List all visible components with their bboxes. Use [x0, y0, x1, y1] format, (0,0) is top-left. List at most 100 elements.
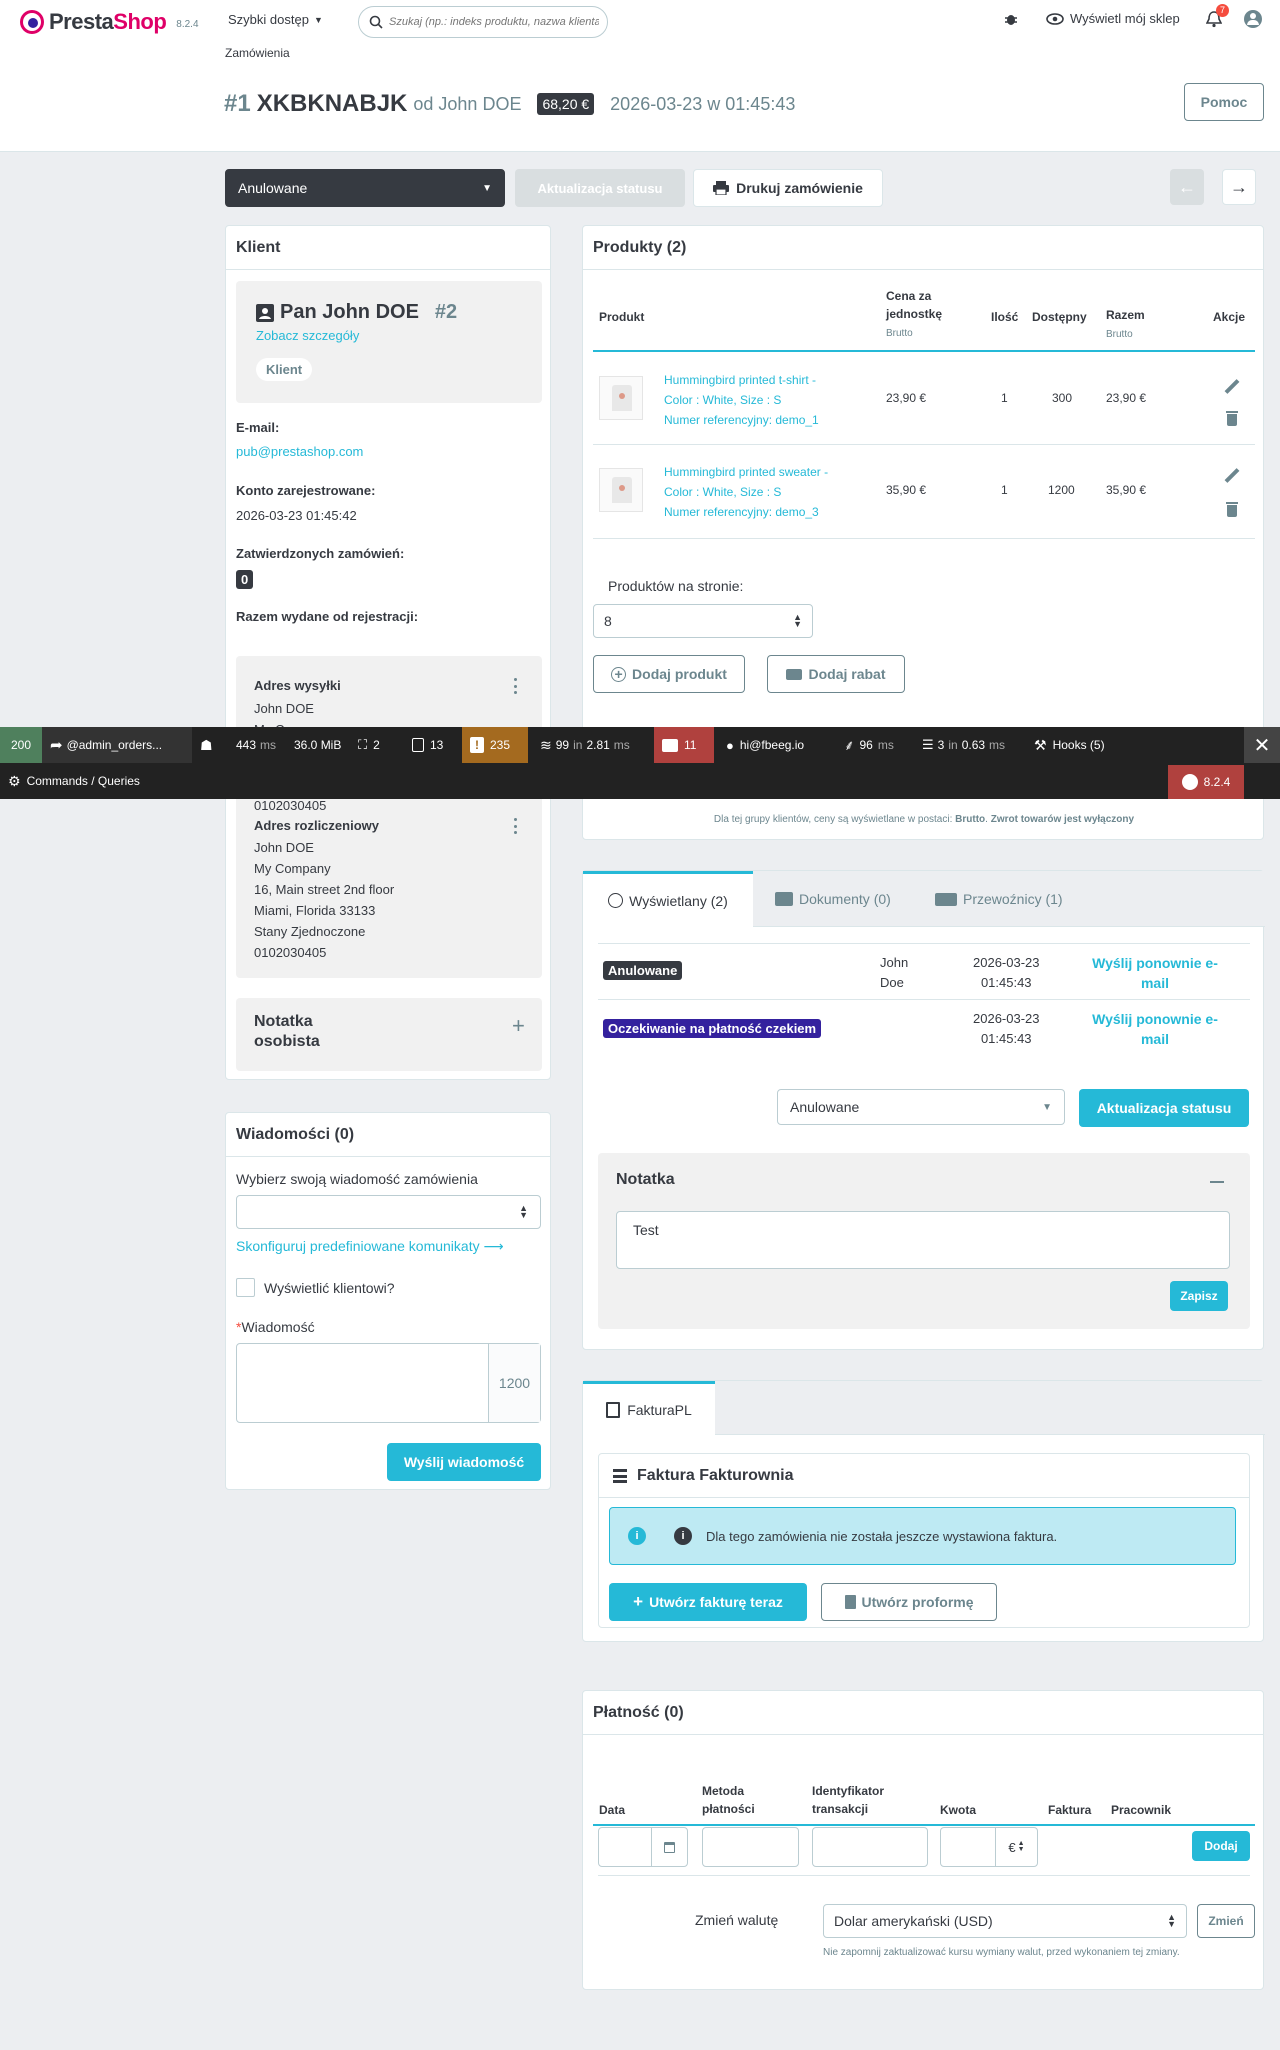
- debug-logs[interactable]: 13: [404, 727, 451, 763]
- tab-carriers[interactable]: Przewoźnicy (1): [935, 871, 1063, 927]
- resend-email-link[interactable]: Wyślij ponownie e-mail: [1085, 953, 1225, 993]
- order-status-value: Anulowane: [238, 180, 308, 196]
- add-discount-button[interactable]: Dodaj rabat: [767, 655, 905, 693]
- history-status-badge: Oczekiwanie na płatność czekiem: [603, 1019, 822, 1038]
- payment-card-title: Płatność (0): [583, 1691, 1263, 1735]
- order-note-textarea[interactable]: Test: [616, 1211, 1230, 1269]
- col-amount: Kwota: [940, 1803, 976, 1817]
- sort-icon: ▲ ▼: [519, 1203, 528, 1220]
- breadcrumb[interactable]: Zamówienia: [225, 46, 290, 60]
- add-product-button[interactable]: + Dodaj produkt: [593, 655, 745, 693]
- delete-trash-icon[interactable]: [1226, 502, 1238, 517]
- user-avatar-icon[interactable]: [1244, 10, 1262, 28]
- debug-close-icon[interactable]: ✕: [1244, 727, 1280, 763]
- quick-access-dropdown[interactable]: Szybki dostęp ▼: [228, 12, 323, 27]
- create-invoice-button[interactable]: + Utwórz fakturę teraz: [609, 1583, 807, 1621]
- order-status-select[interactable]: Anulowane ▼: [225, 169, 505, 207]
- change-currency-select[interactable]: Dolar amerykański (USD) ▲ ▼: [823, 1904, 1187, 1938]
- debug-hooks[interactable]: ⚒ Hooks (5): [1026, 727, 1113, 763]
- debug-user[interactable]: ● hi@fbeeg.io: [718, 727, 812, 763]
- plus-circle-icon: +: [611, 666, 627, 682]
- quick-access-label: Szybki dostęp: [228, 12, 309, 27]
- tab-documents[interactable]: Dokumenty (0): [775, 871, 891, 927]
- tab-history[interactable]: Wyświetlany (2): [583, 871, 753, 927]
- caret-down-icon: ▼: [313, 14, 323, 25]
- plus-icon[interactable]: +: [512, 1013, 525, 1039]
- product-thumbnail[interactable]: [599, 376, 643, 420]
- invoice-alert-text: Dla tego zamówienia nie została jeszcze …: [706, 1528, 1058, 1544]
- debug-translations[interactable]: 11: [654, 727, 714, 763]
- payment-date-input[interactable]: [598, 1827, 688, 1867]
- show-customer-checkbox[interactable]: [236, 1278, 255, 1297]
- product-thumbnail[interactable]: [599, 468, 643, 512]
- products-footnote: Dla tej grupy klientów, ceny są wyświetl…: [713, 814, 1135, 825]
- products-per-page-select[interactable]: 8 ▲ ▼: [593, 604, 813, 638]
- per-page-value: 8: [604, 613, 612, 629]
- delete-trash-icon[interactable]: [1226, 411, 1238, 426]
- help-button[interactable]: Pomoc: [1184, 83, 1264, 121]
- create-proforma-button[interactable]: Utwórz proformę: [821, 1583, 997, 1621]
- debug-bug-icon[interactable]: [1004, 12, 1018, 26]
- private-note-box[interactable]: Notatka osobista +: [236, 998, 542, 1071]
- message-textarea[interactable]: 1200: [236, 1343, 541, 1423]
- currency-select[interactable]: € ▲ ▼: [995, 1828, 1037, 1866]
- plus-icon: +: [633, 1592, 644, 1611]
- next-order-button[interactable]: →: [1222, 169, 1256, 205]
- debug-forms[interactable]: ⛶ 2: [350, 727, 388, 763]
- message-label: *Wiadomość: [236, 1319, 315, 1335]
- product-row: Hummingbird printed sweater - Color : Whi…: [593, 446, 1255, 539]
- chevron-down-icon: ▼: [1042, 1101, 1052, 1113]
- customer-details-link[interactable]: Zobacz szczegóły: [256, 328, 359, 343]
- payment-method-input[interactable]: [702, 1827, 799, 1867]
- history-update-status-button[interactable]: Aktualizacja statusu: [1079, 1089, 1249, 1127]
- resend-email-link[interactable]: Wyślij ponownie e-mail: [1085, 1009, 1225, 1049]
- transaction-id-input[interactable]: [812, 1827, 928, 1867]
- minus-icon[interactable]: [1210, 1181, 1224, 1183]
- prestashop-logo[interactable]: PrestaShop 8.2.4: [20, 9, 199, 35]
- customer-email-link[interactable]: pub@prestashop.com: [236, 444, 363, 459]
- col-employee: Pracownik: [1111, 1803, 1172, 1817]
- tab-fakturapl[interactable]: FakturaPL: [583, 1381, 715, 1435]
- print-order-button[interactable]: Drukuj zamówienie: [693, 169, 883, 207]
- previous-order-button[interactable]: ←: [1170, 169, 1204, 205]
- debug-cache[interactable]: ☰ 3 in 0.63 ms: [914, 727, 1013, 763]
- search-input[interactable]: [389, 16, 599, 28]
- add-payment-button[interactable]: Dodaj: [1192, 1831, 1250, 1861]
- billing-more-icon[interactable]: [513, 818, 517, 834]
- predefined-message-select[interactable]: ▲ ▼: [236, 1195, 541, 1229]
- debug-ghost-icon[interactable]: ☗: [192, 727, 228, 763]
- debug-commands-queries[interactable]: ⚙ Commands / Queries: [8, 772, 140, 790]
- calendar-icon[interactable]: [651, 1828, 687, 1866]
- send-message-button[interactable]: Wyślij wiadomość: [387, 1443, 541, 1481]
- save-note-button[interactable]: Zapisz: [1170, 1281, 1228, 1311]
- prestashop-icon: [1181, 774, 1198, 790]
- debug-route[interactable]: ➦ @admin_orders...: [42, 727, 192, 763]
- billing-line: My Company: [254, 861, 331, 876]
- payment-card: Płatność (0) Data Metoda płatności Identy…: [582, 1690, 1264, 1990]
- arrow-right-icon: ⟶: [483, 1238, 504, 1254]
- debug-memory[interactable]: 36.0 MiB: [286, 727, 349, 763]
- payment-amount-input[interactable]: € ▲ ▼: [940, 1827, 1038, 1867]
- edit-pencil-icon[interactable]: [1224, 379, 1240, 395]
- order-note-box: Notatka Test Zapisz: [598, 1153, 1250, 1329]
- debug-status-code[interactable]: 200: [0, 727, 42, 763]
- history-status-select[interactable]: Anulowane ▼: [777, 1089, 1065, 1125]
- twig-icon: ⸙: [844, 736, 855, 753]
- update-status-button[interactable]: Aktualizacja statusu: [515, 169, 685, 207]
- debug-warnings[interactable]: ! 235: [462, 727, 528, 763]
- choose-message-label: Wybierz swoją wiadomość zamówienia: [236, 1171, 478, 1187]
- configure-messages-link[interactable]: Skonfiguruj predefiniowane komunikaty ⟶: [236, 1238, 504, 1255]
- debug-time[interactable]: 443 ms: [228, 727, 284, 763]
- debug-ps-version[interactable]: 8.2.4: [1168, 765, 1244, 799]
- view-shop-link[interactable]: Wyświetl mój sklep: [1046, 11, 1180, 26]
- debug-twig[interactable]: ⸙ 96 ms: [836, 727, 902, 763]
- change-currency-button[interactable]: Zmień: [1197, 1904, 1255, 1938]
- product-info[interactable]: Hummingbird printed sweater - Color : Whi…: [664, 462, 828, 522]
- edit-pencil-icon[interactable]: [1224, 468, 1240, 484]
- notifications-bell-icon[interactable]: 7: [1205, 4, 1229, 28]
- shipping-more-icon[interactable]: [513, 678, 517, 694]
- product-info[interactable]: Hummingbird printed t-shirt - Color : Whi…: [664, 370, 819, 430]
- logs-icon: [412, 738, 424, 752]
- debug-queries[interactable]: ≋ 99 in 2.81 ms: [532, 727, 638, 763]
- notifications-count: 7: [1216, 4, 1229, 17]
